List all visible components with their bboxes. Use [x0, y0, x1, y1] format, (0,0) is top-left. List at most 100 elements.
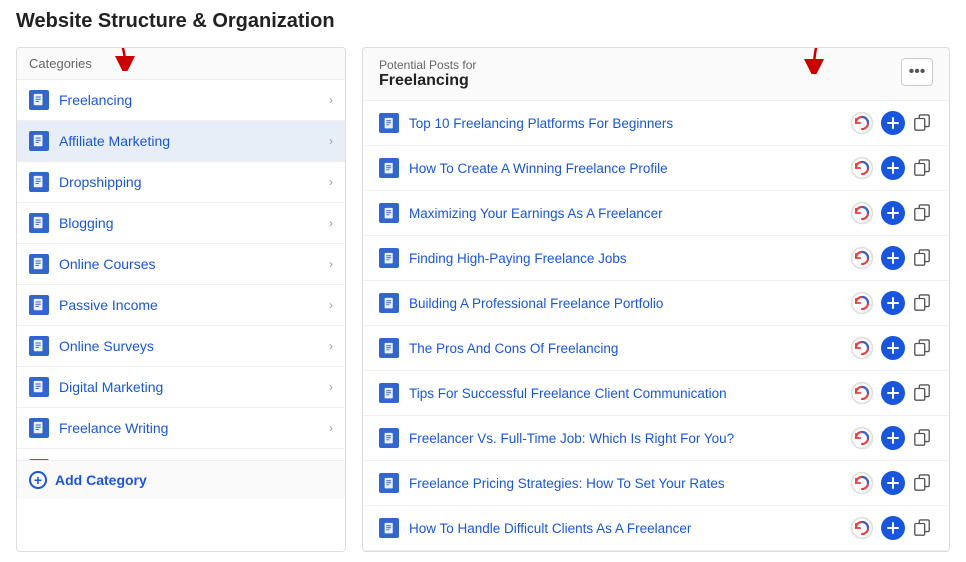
- copy-icon: [913, 294, 931, 312]
- refresh-icon: [849, 110, 875, 136]
- add-post-button[interactable]: [881, 426, 905, 450]
- spin-icon[interactable]: [849, 200, 875, 226]
- category-label: Affiliate Marketing: [59, 133, 329, 149]
- spin-icon[interactable]: [849, 290, 875, 316]
- category-item[interactable]: Dropshipping ›: [17, 162, 345, 203]
- post-actions: [849, 200, 933, 226]
- category-item[interactable]: Blogging ›: [17, 203, 345, 244]
- post-item[interactable]: Building A Professional Freelance Portfo…: [363, 281, 949, 326]
- plus-icon: [886, 476, 900, 490]
- category-item[interactable]: Online Surveys ›: [17, 326, 345, 367]
- post-list: Top 10 Freelancing Platforms For Beginne…: [363, 101, 949, 551]
- add-post-button[interactable]: [881, 156, 905, 180]
- post-document-icon: [383, 117, 396, 130]
- add-post-button[interactable]: [881, 516, 905, 540]
- spin-icon[interactable]: [849, 470, 875, 496]
- category-item[interactable]: Freelancing ›: [17, 80, 345, 121]
- category-item[interactable]: Passive Income ›: [17, 285, 345, 326]
- copy-button[interactable]: [911, 157, 933, 179]
- add-post-button[interactable]: [881, 201, 905, 225]
- category-item[interactable]: Affiliate Marketing ›: [17, 121, 345, 162]
- refresh-icon: [849, 200, 875, 226]
- copy-button[interactable]: [911, 247, 933, 269]
- add-post-button[interactable]: [881, 336, 905, 360]
- copy-button[interactable]: [911, 337, 933, 359]
- post-item[interactable]: Freelance Pricing Strategies: How To Set…: [363, 461, 949, 506]
- category-label: Blogging: [59, 215, 329, 231]
- post-doc-icon: [379, 158, 399, 178]
- refresh-icon: [849, 380, 875, 406]
- post-document-icon: [383, 432, 396, 445]
- post-title: How To Create A Winning Freelance Profil…: [409, 161, 841, 176]
- document-icon: [32, 421, 46, 435]
- post-title: Tips For Successful Freelance Client Com…: [409, 386, 841, 401]
- add-post-button[interactable]: [881, 111, 905, 135]
- chevron-right-icon: ›: [329, 216, 333, 230]
- refresh-icon: [849, 290, 875, 316]
- post-doc-icon: [379, 473, 399, 493]
- copy-button[interactable]: [911, 472, 933, 494]
- document-icon: [32, 380, 46, 394]
- category-item[interactable]: Freelance Writing ›: [17, 408, 345, 449]
- spin-icon[interactable]: [849, 335, 875, 361]
- chevron-right-icon: ›: [329, 380, 333, 394]
- post-actions: [849, 290, 933, 316]
- post-doc-icon: [379, 248, 399, 268]
- copy-button[interactable]: [911, 427, 933, 449]
- post-item[interactable]: How To Create A Winning Freelance Profil…: [363, 146, 949, 191]
- post-document-icon: [383, 252, 396, 265]
- spin-icon[interactable]: [849, 110, 875, 136]
- add-post-button[interactable]: [881, 381, 905, 405]
- post-item[interactable]: The Pros And Cons Of Freelancing: [363, 326, 949, 371]
- post-document-icon: [383, 297, 396, 310]
- category-doc-icon: [29, 418, 49, 438]
- add-post-button[interactable]: [881, 471, 905, 495]
- category-label: Freelance Writing: [59, 420, 329, 436]
- category-item[interactable]: E-commerce ›: [17, 449, 345, 460]
- post-item[interactable]: Tips For Successful Freelance Client Com…: [363, 371, 949, 416]
- plus-icon: [886, 161, 900, 175]
- post-title: Finding High-Paying Freelance Jobs: [409, 251, 841, 266]
- post-item[interactable]: Freelancer Vs. Full-Time Job: Which Is R…: [363, 416, 949, 461]
- post-title: How To Handle Difficult Clients As A Fre…: [409, 521, 841, 536]
- refresh-icon: [849, 470, 875, 496]
- post-item[interactable]: How To Handle Difficult Clients As A Fre…: [363, 506, 949, 551]
- plus-icon: [886, 431, 900, 445]
- copy-button[interactable]: [911, 112, 933, 134]
- main-content: Categories Categories: [16, 47, 950, 552]
- copy-button[interactable]: [911, 517, 933, 539]
- post-item[interactable]: Maximizing Your Earnings As A Freelancer: [363, 191, 949, 236]
- spin-icon[interactable]: [849, 380, 875, 406]
- post-actions: [849, 380, 933, 406]
- copy-icon: [913, 384, 931, 402]
- category-item[interactable]: Digital Marketing ›: [17, 367, 345, 408]
- plus-icon: [886, 296, 900, 310]
- copy-button[interactable]: [911, 202, 933, 224]
- post-actions: [849, 425, 933, 451]
- post-item[interactable]: Finding High-Paying Freelance Jobs: [363, 236, 949, 281]
- categories-header: Categories: [17, 48, 345, 80]
- post-actions: [849, 245, 933, 271]
- spin-icon[interactable]: [849, 245, 875, 271]
- category-doc-icon: [29, 131, 49, 151]
- document-icon: [32, 257, 46, 271]
- refresh-icon: [849, 425, 875, 451]
- add-post-button[interactable]: [881, 291, 905, 315]
- category-doc-icon: [29, 213, 49, 233]
- spin-icon[interactable]: [849, 155, 875, 181]
- more-options-button[interactable]: •••: [901, 58, 933, 86]
- copy-button[interactable]: [911, 382, 933, 404]
- category-item[interactable]: Online Courses ›: [17, 244, 345, 285]
- post-document-icon: [383, 522, 396, 535]
- post-item[interactable]: Top 10 Freelancing Platforms For Beginne…: [363, 101, 949, 146]
- post-actions: [849, 470, 933, 496]
- copy-button[interactable]: [911, 292, 933, 314]
- category-doc-icon: [29, 377, 49, 397]
- post-doc-icon: [379, 338, 399, 358]
- add-category-button[interactable]: + Add Category: [17, 460, 345, 499]
- copy-icon: [913, 204, 931, 222]
- spin-icon[interactable]: [849, 515, 875, 541]
- post-doc-icon: [379, 518, 399, 538]
- spin-icon[interactable]: [849, 425, 875, 451]
- add-post-button[interactable]: [881, 246, 905, 270]
